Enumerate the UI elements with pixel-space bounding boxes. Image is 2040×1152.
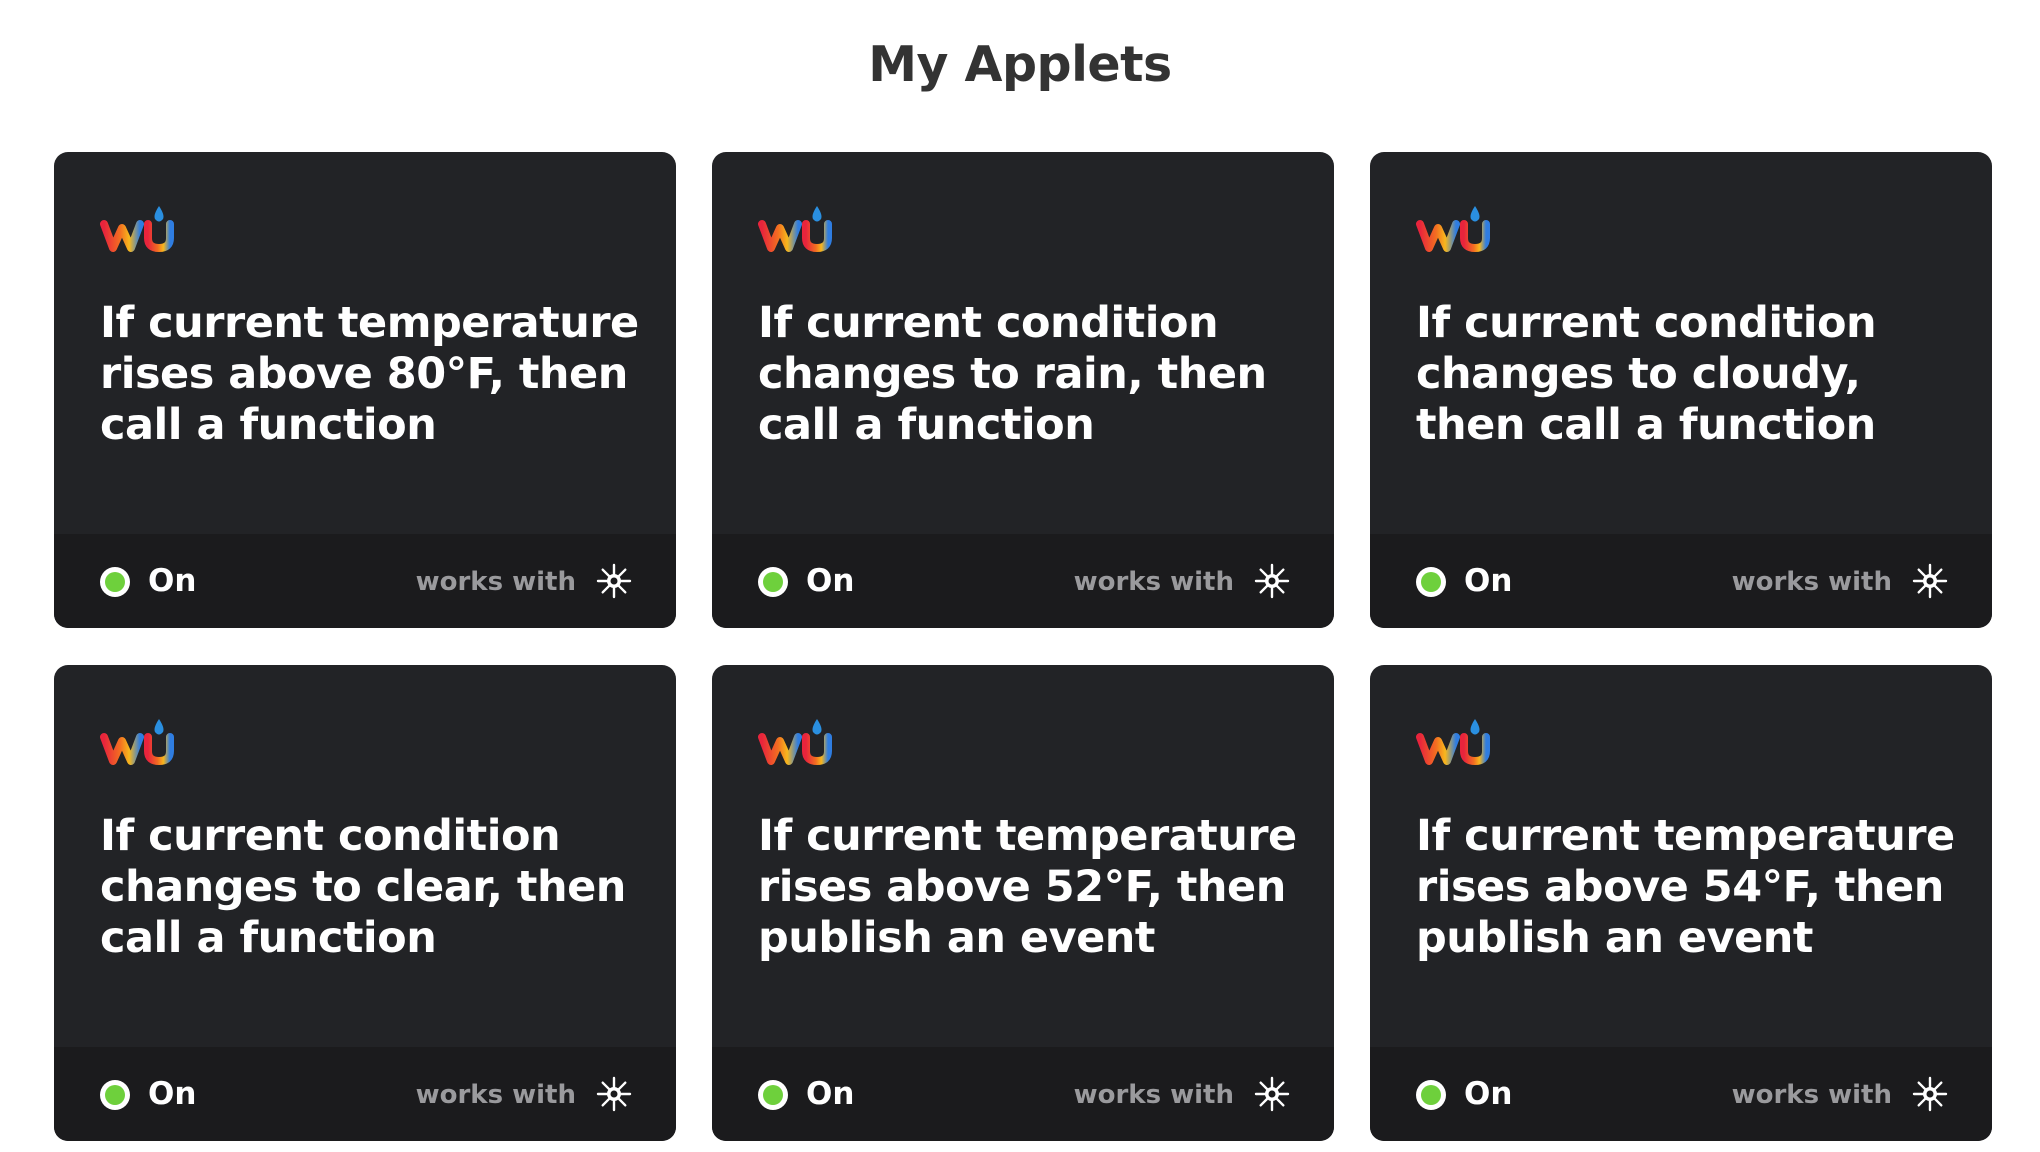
works-with-label: works with xyxy=(1731,1080,1892,1110)
status-label: On xyxy=(148,563,197,599)
weather-underground-logo-icon xyxy=(1416,717,1492,767)
particle-sparkle-icon xyxy=(1254,563,1290,599)
status-label: On xyxy=(806,563,855,599)
applet-title: If current condition changes to clear, t… xyxy=(100,811,626,963)
applet-footer: On works with xyxy=(54,534,676,628)
applet-footer: On works with xyxy=(712,534,1334,628)
status-label: On xyxy=(1464,563,1513,599)
applet-card[interactable]: If current temperature rises above 54°F,… xyxy=(1370,665,1992,1141)
works-with-label: works with xyxy=(1073,567,1234,597)
applet-title: If current temperature rises above 52°F,… xyxy=(758,811,1297,963)
particle-sparkle-icon xyxy=(1254,1076,1290,1112)
applet-title: If current condition changes to cloudy, … xyxy=(1416,298,1877,450)
particle-sparkle-icon xyxy=(596,1076,632,1112)
status-on-icon xyxy=(1416,567,1446,597)
works-with-label: works with xyxy=(415,567,576,597)
applet-footer: On works with xyxy=(54,1047,676,1141)
applet-card[interactable]: If current temperature rises above 80°F,… xyxy=(54,152,676,628)
applet-title: If current temperature rises above 54°F,… xyxy=(1416,811,1955,963)
works-with-label: works with xyxy=(1073,1080,1234,1110)
status-on-icon xyxy=(100,567,130,597)
status-on-icon xyxy=(758,1080,788,1110)
applet-grid: If current temperature rises above 80°F,… xyxy=(54,152,1992,1141)
weather-underground-logo-icon xyxy=(758,204,834,254)
status-label: On xyxy=(806,1076,855,1112)
particle-sparkle-icon xyxy=(1912,1076,1948,1112)
applet-card[interactable]: If current temperature rises above 52°F,… xyxy=(712,665,1334,1141)
weather-underground-logo-icon xyxy=(758,717,834,767)
works-with-label: works with xyxy=(415,1080,576,1110)
applet-footer: On works with xyxy=(1370,1047,1992,1141)
status-label: On xyxy=(148,1076,197,1112)
status-on-icon xyxy=(100,1080,130,1110)
particle-sparkle-icon xyxy=(596,563,632,599)
applet-card[interactable]: If current condition changes to rain, th… xyxy=(712,152,1334,628)
applet-title: If current condition changes to rain, th… xyxy=(758,298,1267,450)
applet-footer: On works with xyxy=(1370,534,1992,628)
status-label: On xyxy=(1464,1076,1513,1112)
weather-underground-logo-icon xyxy=(100,717,176,767)
page-title: My Applets xyxy=(868,36,1172,93)
weather-underground-logo-icon xyxy=(100,204,176,254)
status-on-icon xyxy=(758,567,788,597)
works-with-label: works with xyxy=(1731,567,1892,597)
applet-card[interactable]: If current condition changes to cloudy, … xyxy=(1370,152,1992,628)
applet-card[interactable]: If current condition changes to clear, t… xyxy=(54,665,676,1141)
particle-sparkle-icon xyxy=(1912,563,1948,599)
applet-footer: On works with xyxy=(712,1047,1334,1141)
status-on-icon xyxy=(1416,1080,1446,1110)
weather-underground-logo-icon xyxy=(1416,204,1492,254)
applet-title: If current temperature rises above 80°F,… xyxy=(100,298,639,450)
